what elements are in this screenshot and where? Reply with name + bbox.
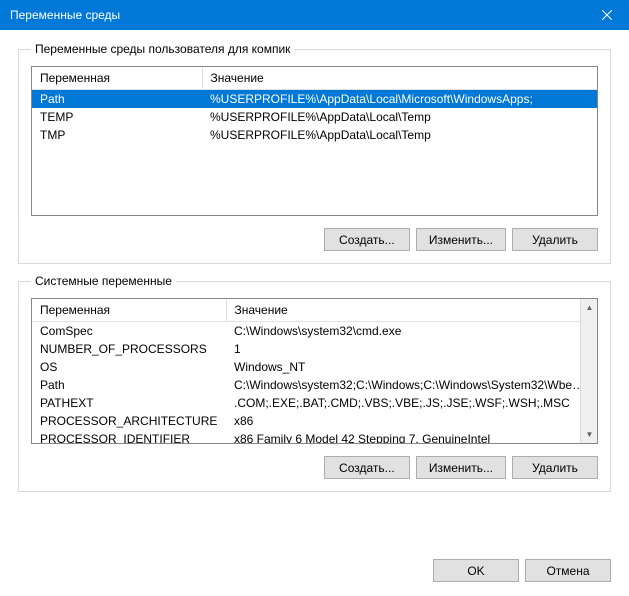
ok-button[interactable]: OK [433, 559, 519, 582]
sys-col-value[interactable]: Значение [226, 299, 597, 322]
cell-value: 1 [226, 340, 597, 358]
table-row[interactable]: TMP %USERPROFILE%\AppData\Local\Temp [32, 126, 597, 144]
user-buttons-row: Создать... Изменить... Удалить [31, 228, 598, 251]
user-vars-table[interactable]: Переменная Значение Path %USERPROFILE%\A… [32, 67, 597, 144]
cell-value: x86 [226, 412, 597, 430]
cell-value: x86 Family 6 Model 42 Stepping 7, Genuin… [226, 430, 597, 444]
scroll-down-icon[interactable]: ▼ [581, 426, 598, 443]
cell-variable: PATHEXT [32, 394, 226, 412]
cell-value: .COM;.EXE;.BAT;.CMD;.VBS;.VBE;.JS;.JSE;.… [226, 394, 597, 412]
cell-variable: Path [32, 90, 202, 109]
system-buttons-row: Создать... Изменить... Удалить [31, 456, 598, 479]
table-row[interactable]: PROCESSOR_ARCHITECTURE x86 [32, 412, 597, 430]
table-row[interactable]: PROCESSOR_IDENTIFIER x86 Family 6 Model … [32, 430, 597, 444]
user-create-button[interactable]: Создать... [324, 228, 410, 251]
user-vars-legend: Переменные среды пользователя для компик [31, 42, 294, 56]
user-col-value[interactable]: Значение [202, 67, 597, 90]
titlebar: Переменные среды [0, 0, 629, 30]
dialog-content: Переменные среды пользователя для компик… [0, 30, 629, 596]
cell-variable: PROCESSOR_ARCHITECTURE [32, 412, 226, 430]
cell-variable: NUMBER_OF_PROCESSORS [32, 340, 226, 358]
close-button[interactable] [584, 0, 629, 30]
system-vars-table-wrap: Переменная Значение ComSpec C:\Windows\s… [31, 298, 598, 444]
table-row[interactable]: ComSpec C:\Windows\system32\cmd.exe [32, 322, 597, 341]
cancel-button[interactable]: Отмена [525, 559, 611, 582]
table-row[interactable]: OS Windows_NT [32, 358, 597, 376]
cell-variable: ComSpec [32, 322, 226, 341]
table-row[interactable]: PATHEXT .COM;.EXE;.BAT;.CMD;.VBS;.VBE;.J… [32, 394, 597, 412]
table-row[interactable]: NUMBER_OF_PROCESSORS 1 [32, 340, 597, 358]
env-vars-dialog: Переменные среды Переменные среды пользо… [0, 0, 629, 596]
table-row[interactable]: Path %USERPROFILE%\AppData\Local\Microso… [32, 90, 597, 109]
scrollbar[interactable]: ▲ ▼ [580, 299, 597, 443]
cell-variable: PROCESSOR_IDENTIFIER [32, 430, 226, 444]
user-vars-table-wrap: Переменная Значение Path %USERPROFILE%\A… [31, 66, 598, 216]
cell-value: %USERPROFILE%\AppData\Local\Microsoft\Wi… [202, 90, 597, 109]
system-vars-group: Системные переменные Переменная Значение… [18, 274, 611, 492]
scroll-up-icon[interactable]: ▲ [581, 299, 598, 316]
system-delete-button[interactable]: Удалить [512, 456, 598, 479]
table-row[interactable]: Path C:\Windows\system32;C:\Windows;C:\W… [32, 376, 597, 394]
user-delete-button[interactable]: Удалить [512, 228, 598, 251]
system-create-button[interactable]: Создать... [324, 456, 410, 479]
cell-value: %USERPROFILE%\AppData\Local\Temp [202, 108, 597, 126]
cell-value: C:\Windows\system32;C:\Windows;C:\Window… [226, 376, 597, 394]
cell-variable: OS [32, 358, 226, 376]
cell-variable: Path [32, 376, 226, 394]
dialog-footer: OK Отмена [18, 553, 611, 582]
cell-variable: TEMP [32, 108, 202, 126]
system-vars-table[interactable]: Переменная Значение ComSpec C:\Windows\s… [32, 299, 597, 444]
user-edit-button[interactable]: Изменить... [416, 228, 506, 251]
table-row[interactable]: TEMP %USERPROFILE%\AppData\Local\Temp [32, 108, 597, 126]
user-vars-group: Переменные среды пользователя для компик… [18, 42, 611, 264]
user-col-variable[interactable]: Переменная [32, 67, 202, 90]
cell-value: Windows_NT [226, 358, 597, 376]
system-vars-legend: Системные переменные [31, 274, 176, 288]
window-title: Переменные среды [10, 8, 120, 22]
sys-col-variable[interactable]: Переменная [32, 299, 226, 322]
cell-value: C:\Windows\system32\cmd.exe [226, 322, 597, 341]
cell-value: %USERPROFILE%\AppData\Local\Temp [202, 126, 597, 144]
close-icon [602, 10, 612, 20]
cell-variable: TMP [32, 126, 202, 144]
system-edit-button[interactable]: Изменить... [416, 456, 506, 479]
